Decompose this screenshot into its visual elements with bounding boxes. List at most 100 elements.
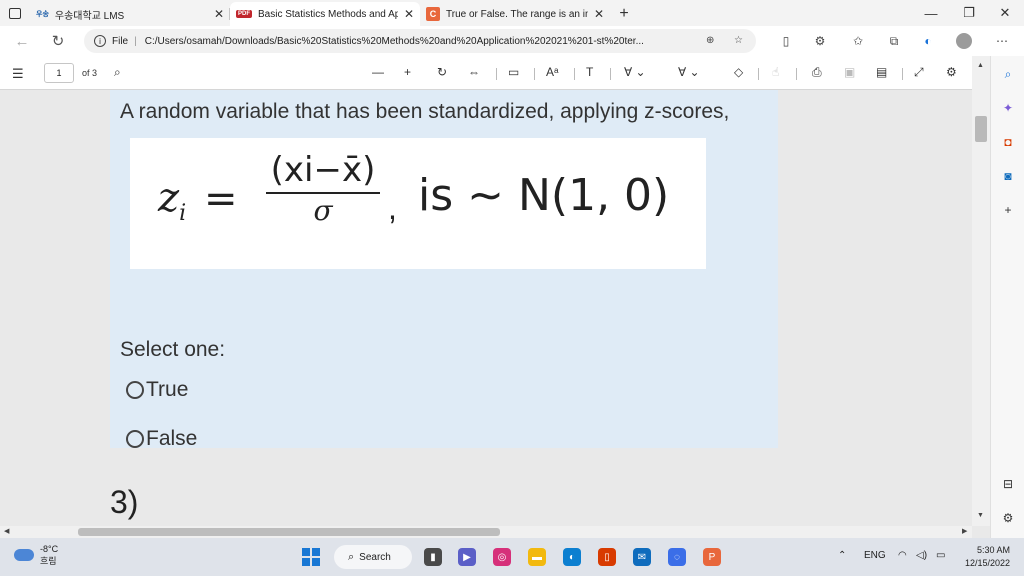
close-icon[interactable]: ✕ bbox=[594, 7, 604, 21]
office-taskbar-icon[interactable]: ▯ bbox=[598, 548, 616, 566]
formula-equals: = bbox=[204, 176, 238, 222]
taskbar: -8°C 흐림 ⌕ Search ▮ ▶ ◎ ▬ ◐ ▯ ✉ ◌ P ⌃ ENG… bbox=[0, 538, 1024, 576]
minimize-button[interactable]: — bbox=[912, 0, 950, 26]
tab-chegg[interactable]: C True or False. The range is an insi ✕ bbox=[420, 2, 610, 26]
teams-icon[interactable]: ▶ bbox=[458, 548, 476, 566]
search-icon[interactable]: ⌕ bbox=[114, 65, 121, 80]
outlook-icon[interactable]: ◙ bbox=[1000, 168, 1016, 184]
clock[interactable]: 5:30 AM 12/15/2022 bbox=[958, 544, 1010, 570]
next-question-number: 3) bbox=[110, 484, 139, 520]
draw-icon[interactable]: ∀ ⌄ bbox=[624, 65, 646, 79]
read-aloud-icon[interactable]: Aᵃ bbox=[546, 65, 558, 79]
fullscreen-icon[interactable]: ⤢ bbox=[914, 65, 924, 80]
powerpoint-icon[interactable]: P bbox=[703, 548, 721, 566]
tab-actions-button[interactable] bbox=[0, 0, 30, 26]
tab-lms[interactable]: 우송 우송대학교 LMS ✕ bbox=[30, 2, 230, 26]
taskbar-search[interactable]: ⌕ Search bbox=[334, 545, 412, 569]
zoom-icon[interactable]: ⊕ bbox=[706, 35, 714, 46]
highlight-icon[interactable]: ∀ ⌄ bbox=[678, 65, 700, 79]
text-tool-icon[interactable]: T bbox=[586, 65, 593, 79]
new-tab-button[interactable]: + bbox=[610, 2, 638, 26]
refresh-icon[interactable]: ↻ bbox=[44, 26, 72, 56]
url-text: C:/Users/osamah/Downloads/Basic%20Statis… bbox=[144, 35, 644, 47]
chegg-favicon-icon: C bbox=[426, 7, 440, 21]
select-one-label: Select one: bbox=[120, 338, 226, 361]
collections-icon[interactable]: ⧉ bbox=[886, 33, 902, 49]
touch-icon[interactable]: ☝ bbox=[772, 65, 779, 79]
tab-title: True or False. The range is an insi bbox=[446, 8, 588, 20]
avatar[interactable] bbox=[956, 33, 972, 49]
scroll-thumb[interactable] bbox=[975, 116, 987, 142]
fit-width-icon[interactable]: ⇔ bbox=[468, 65, 480, 79]
formula-lhs: zi bbox=[158, 175, 187, 226]
question-block: A random variable that has been standard… bbox=[110, 90, 778, 451]
pdf-favicon-icon: PDF bbox=[236, 10, 252, 18]
wifi-icon[interactable]: ◠ bbox=[898, 550, 907, 561]
sidebar-toggle-icon[interactable]: ⊟ bbox=[1000, 476, 1016, 492]
scroll-thumb[interactable] bbox=[78, 528, 500, 536]
edge-sidebar: ⌕ ✦ ◘ ◙ + ⊟ ⚙ bbox=[990, 56, 1024, 538]
formula-image: zi = (xi−x̄) σ , is ∼ N(1, 0) bbox=[130, 138, 706, 269]
battery-icon[interactable]: ▭ bbox=[936, 550, 945, 561]
reading-view-icon[interactable]: ▯ bbox=[778, 33, 794, 49]
info-icon[interactable]: i bbox=[94, 35, 106, 47]
print-icon[interactable]: ⎙ bbox=[812, 65, 822, 80]
option-true[interactable]: True bbox=[126, 378, 188, 402]
office-icon[interactable]: ◘ bbox=[1000, 134, 1016, 150]
cloud-icon bbox=[14, 549, 34, 561]
search-icon[interactable]: ⌕ bbox=[1000, 66, 1016, 82]
save-as-icon[interactable]: ▤ bbox=[876, 65, 887, 79]
scroll-right-icon[interactable]: ▶ bbox=[962, 527, 967, 535]
back-arrow-icon[interactable]: ← bbox=[8, 26, 36, 56]
page-number-input[interactable]: 1 bbox=[44, 63, 74, 83]
close-icon[interactable]: ✕ bbox=[404, 7, 414, 21]
edge-taskbar-icon[interactable]: ◐ bbox=[563, 548, 581, 566]
rotate-icon[interactable]: ↻ bbox=[437, 65, 447, 79]
tab-actions-icon bbox=[9, 7, 21, 19]
tray-overflow-icon[interactable]: ⌃ bbox=[838, 550, 846, 561]
formula-distribution: is ∼ N(1, 0) bbox=[418, 170, 670, 221]
radio-true[interactable] bbox=[126, 381, 144, 399]
weather-widget[interactable]: -8°C 흐림 bbox=[14, 543, 58, 567]
edge-icon[interactable]: ◐ bbox=[920, 33, 936, 49]
task-view-icon[interactable]: ▮ bbox=[424, 548, 442, 566]
save-icon[interactable]: ▣ bbox=[844, 65, 855, 79]
pdf-document: A random variable that has been standard… bbox=[0, 90, 972, 526]
windows-start-icon[interactable] bbox=[302, 548, 320, 566]
option-false[interactable]: False bbox=[126, 427, 197, 451]
scroll-left-icon[interactable]: ◀ bbox=[4, 527, 9, 535]
file-explorer-icon[interactable]: ▬ bbox=[528, 548, 546, 566]
url-field[interactable]: i File | C:/Users/osamah/Downloads/Basic… bbox=[84, 29, 756, 53]
add-app-icon[interactable]: + bbox=[1000, 202, 1016, 218]
sidebar-settings-icon[interactable]: ⚙ bbox=[1000, 510, 1016, 526]
tab-pdf[interactable]: PDF Basic Statistics Methods and App ✕ bbox=[230, 2, 420, 26]
page-view-icon[interactable]: ▭ bbox=[508, 65, 519, 79]
favorite-add-icon[interactable]: ☆ bbox=[734, 35, 743, 46]
discover-icon[interactable]: ✦ bbox=[1000, 100, 1016, 116]
extensions-icon[interactable]: ⚙ bbox=[812, 33, 828, 49]
scroll-down-icon[interactable]: ▼ bbox=[977, 512, 984, 519]
more-menu-icon[interactable]: ⋯ bbox=[994, 33, 1010, 49]
favorites-icon[interactable]: ✩ bbox=[850, 33, 866, 49]
restore-button[interactable]: ❐ bbox=[950, 0, 988, 26]
erase-icon[interactable]: ◇ bbox=[734, 65, 743, 79]
settings-gear-icon[interactable]: ⚙ bbox=[946, 65, 957, 79]
close-icon[interactable]: ✕ bbox=[214, 7, 224, 21]
volume-icon[interactable]: ◁) bbox=[916, 550, 927, 561]
instagram-icon[interactable]: ◎ bbox=[493, 548, 511, 566]
clock-date: 12/15/2022 bbox=[964, 558, 1010, 568]
scroll-up-icon[interactable]: ▲ bbox=[977, 62, 984, 69]
option-label: False bbox=[146, 427, 198, 450]
zoom-out-icon[interactable]: — bbox=[372, 65, 384, 79]
zoom-in-icon[interactable]: + bbox=[404, 65, 411, 79]
contents-menu-icon[interactable]: ☰ bbox=[12, 66, 24, 82]
mail-icon[interactable]: ✉ bbox=[633, 548, 651, 566]
horizontal-scrollbar[interactable]: ◀ ▶ bbox=[0, 526, 972, 538]
close-window-button[interactable]: ✕ bbox=[986, 0, 1024, 26]
chat-app-icon[interactable]: ◌ bbox=[668, 548, 686, 566]
vertical-scrollbar[interactable]: ▲ ▼ bbox=[972, 56, 990, 526]
address-bar: ← ↻ i File | C:/Users/osamah/Downloads/B… bbox=[0, 26, 1024, 56]
language-indicator[interactable]: ENG bbox=[864, 550, 886, 561]
radio-false[interactable] bbox=[126, 430, 144, 448]
search-label: Search bbox=[359, 551, 391, 563]
